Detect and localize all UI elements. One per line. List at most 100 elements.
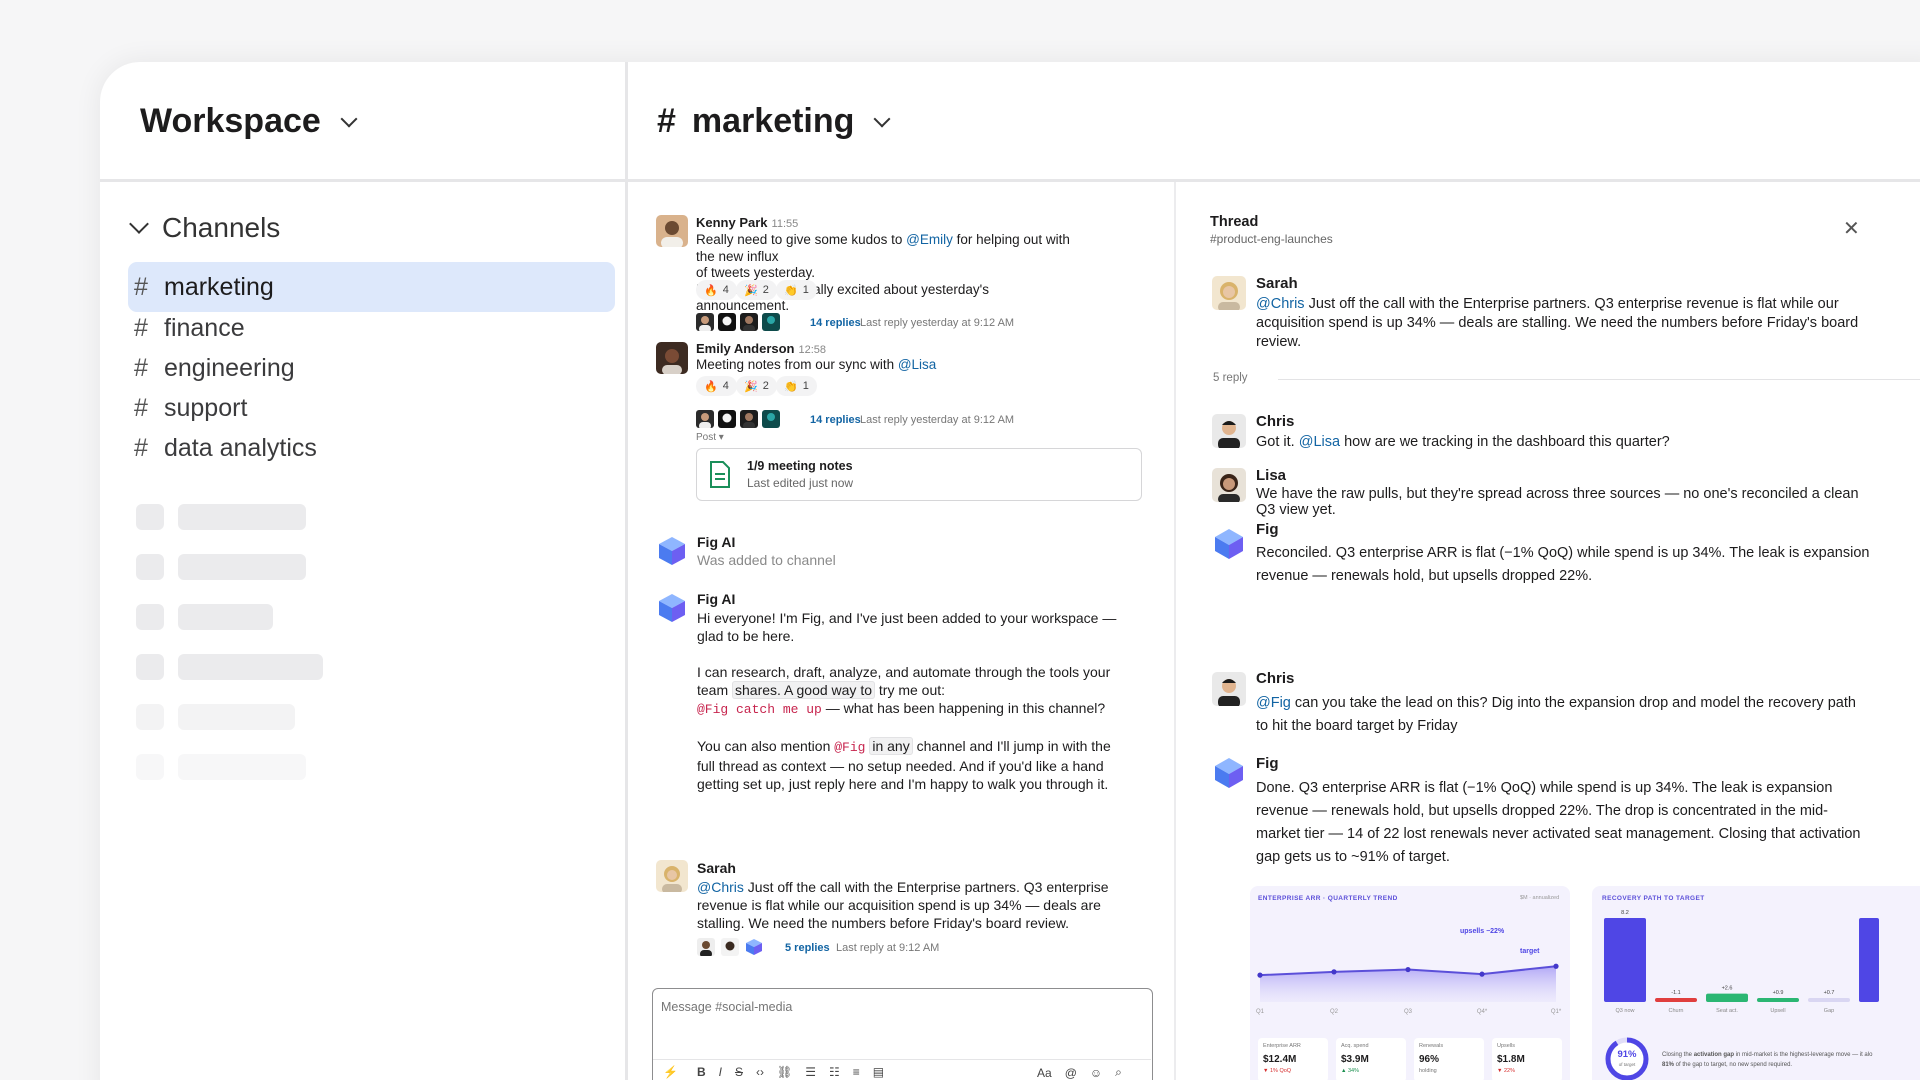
- thread-channel[interactable]: #product-eng-launches: [1210, 232, 1333, 246]
- thread-replies-link[interactable]: 5 replies: [785, 942, 830, 954]
- channels-section-toggle[interactable]: Channels: [129, 212, 280, 244]
- avatar: [721, 938, 739, 956]
- mention[interactable]: @Chris: [697, 879, 744, 895]
- last-reply-time: Last reply at 9:12 AM: [836, 942, 940, 954]
- target-percent-sub: of target: [1618, 1062, 1636, 1067]
- arr-chart-card[interactable]: ENTERPRISE ARR · QUARTERLY TREND $M · an…: [1250, 886, 1570, 1080]
- reaction[interactable]: 🔥 4: [696, 376, 737, 396]
- text: Q3 view yet.: [1256, 502, 1336, 518]
- skeleton-icon: [136, 654, 164, 680]
- stat-value: $1.8M: [1497, 1054, 1525, 1065]
- author-name[interactable]: Fig: [1256, 755, 1279, 772]
- bold-icon[interactable]: B: [697, 1065, 706, 1079]
- author-name[interactable]: Emily Anderson: [696, 341, 794, 356]
- formatting-icon[interactable]: Aa: [1037, 1066, 1052, 1080]
- author-name[interactable]: Chris: [1256, 670, 1294, 687]
- indent-icon[interactable]: ≡: [853, 1065, 860, 1079]
- avatar[interactable]: [656, 860, 688, 892]
- link-icon[interactable]: ⛓: [777, 1065, 792, 1079]
- fig-avatar-icon[interactable]: [1212, 756, 1246, 790]
- mention[interactable]: @Emily: [906, 232, 953, 247]
- code-block-icon[interactable]: ▤: [873, 1065, 884, 1079]
- avatar[interactable]: [1212, 276, 1246, 310]
- reaction[interactable]: 👏 1: [776, 280, 817, 300]
- post-label[interactable]: Post ▾: [696, 432, 724, 443]
- author-name[interactable]: Fig: [1256, 521, 1279, 538]
- fig-avatar-icon[interactable]: [656, 592, 688, 624]
- workspace-switcher[interactable]: Workspace: [140, 102, 358, 141]
- thread-title: Thread: [1210, 214, 1259, 230]
- x-tick-label: Seat act.: [1716, 1008, 1738, 1014]
- data-point: [1257, 972, 1263, 978]
- code-icon[interactable]: ‹›: [756, 1065, 764, 1079]
- sidebar-item-label: marketing: [164, 272, 274, 301]
- author-name[interactable]: Chris: [1256, 413, 1294, 430]
- reaction-emoji: 🔥: [704, 380, 718, 393]
- bar: [1859, 918, 1879, 1002]
- bullet-list-icon[interactable]: ☷: [829, 1065, 840, 1079]
- skeleton-icon: [136, 754, 164, 780]
- author-name[interactable]: Fig AI: [697, 534, 735, 550]
- author-name[interactable]: Sarah: [697, 860, 736, 876]
- hash-icon: #: [134, 353, 148, 382]
- mention[interactable]: @Lisa: [898, 357, 936, 372]
- text: 81%: [1662, 1062, 1675, 1068]
- message-author: Emily Anderson 12:58: [696, 341, 826, 356]
- avatar[interactable]: [656, 215, 688, 247]
- data-point: [1405, 966, 1411, 973]
- skeleton-label: [178, 604, 273, 630]
- recovery-chart-card[interactable]: RECOVERY PATH TO TARGET 8.2 Q3 now -1.1 Chu…: [1592, 886, 1920, 1080]
- emoji-icon[interactable]: ☺: [1090, 1066, 1102, 1080]
- reaction[interactable]: 🎉 2: [736, 280, 777, 300]
- text: stalling. We need the numbers before Fri…: [697, 915, 1070, 931]
- avatar[interactable]: [1212, 468, 1246, 502]
- lightning-icon[interactable]: ⚡: [663, 1065, 678, 1079]
- mention-icon[interactable]: @: [1065, 1066, 1077, 1080]
- fig-avatar-icon[interactable]: [1212, 527, 1246, 561]
- message-body: Hi everyone! I'm Fig, and I've just been…: [697, 609, 1157, 793]
- avatar[interactable]: [1212, 672, 1246, 706]
- text: Got it.: [1256, 434, 1299, 450]
- mention[interactable]: @Lisa: [1299, 434, 1340, 450]
- divider: [653, 1059, 1151, 1060]
- thread-replies-link[interactable]: 14 replies: [810, 317, 861, 329]
- italic-icon[interactable]: I: [719, 1065, 722, 1079]
- stat-card: Upsells $1.8M ▼ 22%: [1492, 1038, 1562, 1080]
- fig-avatar-icon[interactable]: [656, 535, 688, 567]
- avatar: [762, 410, 780, 428]
- bar: [1808, 998, 1850, 1002]
- close-icon[interactable]: ✕: [1843, 216, 1860, 241]
- reaction[interactable]: 🔥 4: [696, 280, 737, 300]
- numbered-list-icon[interactable]: ☰: [805, 1065, 816, 1079]
- sidebar-item-data-analytics[interactable]: # data analytics: [128, 423, 615, 473]
- x-tick-label: Q4*: [1477, 1009, 1488, 1015]
- message-input[interactable]: [661, 997, 1141, 1017]
- thread-replies-link[interactable]: 14 replies: [810, 414, 861, 426]
- message-time: 11:55: [771, 218, 799, 230]
- attached-document[interactable]: 1/9 meeting notes Last edited just now: [696, 448, 1142, 501]
- author-name[interactable]: Lisa: [1256, 467, 1286, 484]
- stat-delta: ▼ 1% QoQ: [1263, 1068, 1292, 1074]
- channel-header[interactable]: # marketing: [657, 102, 891, 141]
- author-name[interactable]: Sarah: [1256, 275, 1298, 292]
- reaction[interactable]: 👏 1: [776, 376, 817, 396]
- message-composer: ⚡ B I S ‹› ⛓ ☰ ☷ ≡ ▤ Aa @ ☺ ⌕: [652, 988, 1153, 1080]
- author-name[interactable]: Fig AI: [697, 591, 735, 607]
- chevron-down-icon: [340, 110, 358, 127]
- author-name[interactable]: Kenny Park: [696, 215, 768, 230]
- text: Reconciled. Q3 enterprise ARR is flat (−…: [1256, 545, 1870, 561]
- text: Hi everyone! I'm Fig, and I've just been…: [697, 610, 1117, 626]
- avatar[interactable]: [656, 342, 688, 374]
- stat-card: Renewals 96% holding: [1414, 1038, 1484, 1080]
- reaction[interactable]: 🎉 2: [736, 376, 777, 396]
- text: — what has been happening in this channe…: [821, 700, 1106, 716]
- thread-panel: Thread #product-eng-launches ✕ Sarah @Ch…: [1176, 182, 1920, 1080]
- strikethrough-icon[interactable]: S: [735, 1065, 743, 1079]
- mention[interactable]: @Fig: [1256, 695, 1291, 711]
- sidebar-item-label: support: [164, 393, 248, 422]
- target-percent: 91%: [1617, 1049, 1637, 1060]
- mention[interactable]: @Chris: [1256, 296, 1305, 312]
- attachment-icon[interactable]: ⌕: [1115, 1065, 1122, 1080]
- hash-icon: #: [134, 433, 148, 462]
- avatar[interactable]: [1212, 414, 1246, 448]
